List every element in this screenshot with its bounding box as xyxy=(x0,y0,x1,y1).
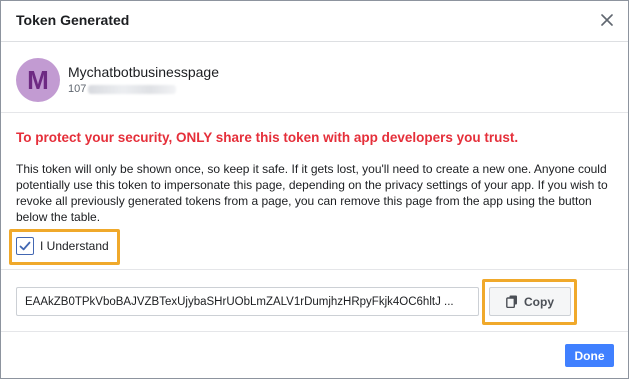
page-id-redacted xyxy=(88,84,177,94)
dialog-header: Token Generated xyxy=(1,1,628,42)
copy-icon xyxy=(506,295,517,308)
divider xyxy=(1,112,628,113)
close-icon xyxy=(601,14,613,26)
security-warning: To protect your security, ONLY share thi… xyxy=(16,130,519,145)
copy-button[interactable]: Copy xyxy=(489,287,571,316)
avatar: M xyxy=(16,58,60,102)
divider xyxy=(1,269,628,270)
page-id: 107 xyxy=(68,83,87,95)
token-info-text: This token will only be shown once, so k… xyxy=(16,162,608,224)
page-id-row: 107 xyxy=(68,83,177,95)
page-name: Mychatbotbusinesspage xyxy=(68,64,219,80)
understand-checkbox[interactable] xyxy=(16,237,34,255)
dialog-title: Token Generated xyxy=(16,12,130,28)
done-button[interactable]: Done xyxy=(565,344,614,367)
close-button[interactable] xyxy=(596,9,618,31)
understand-label: I Understand xyxy=(40,239,109,253)
understand-checkbox-row[interactable]: I Understand xyxy=(16,235,109,257)
checkmark-icon xyxy=(19,241,31,251)
token-field[interactable] xyxy=(16,287,479,316)
copy-button-label: Copy xyxy=(524,294,554,309)
token-generated-dialog: Token Generated M Mychatbotbusinesspage … xyxy=(0,0,629,379)
divider xyxy=(1,331,628,332)
